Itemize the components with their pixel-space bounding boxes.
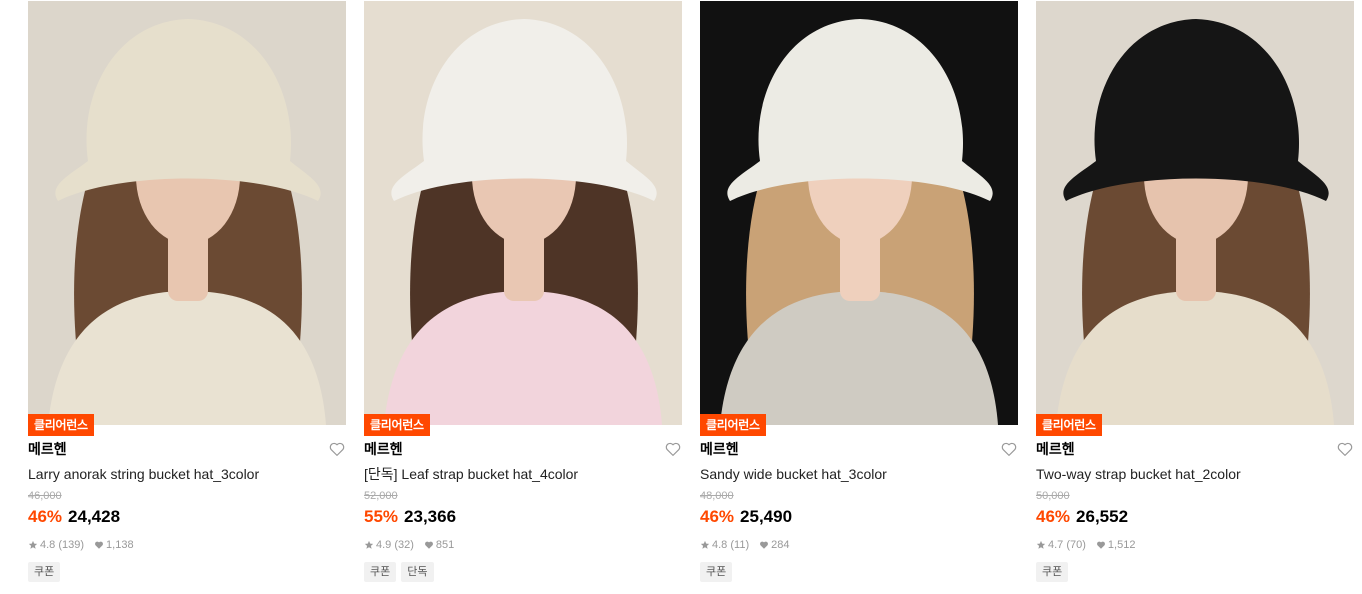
brand-name[interactable]: 메르헨	[364, 440, 403, 458]
brand-name[interactable]: 메르헨	[28, 440, 67, 458]
discount-rate: 46%	[700, 507, 735, 526]
review-count: (139)	[58, 539, 85, 551]
discount-rate: 46%	[1036, 507, 1071, 526]
review-count: (70)	[1066, 539, 1086, 551]
clearance-badge: 클리어런스	[700, 414, 766, 436]
rating-value: 4.8	[712, 539, 728, 551]
product-card[interactable]: 클리어런스 메르헨 Sandy wide bucket hat_3color 4…	[700, 0, 1018, 594]
tag-list: 쿠폰	[1036, 562, 1069, 582]
product-name[interactable]: Larry anorak string bucket hat_3color	[28, 465, 259, 483]
original-price: 48,000	[700, 490, 734, 502]
rating-value: 4.9	[376, 539, 392, 551]
product-name[interactable]: [단독] Leaf strap bucket hat_4color	[364, 465, 578, 483]
clearance-badge: 클리어런스	[1036, 414, 1102, 436]
discount-rate: 55%	[364, 507, 399, 526]
clearance-badge: 클리어런스	[28, 414, 94, 436]
original-price: 52,000	[364, 490, 398, 502]
wishlist-heart-icon[interactable]	[1336, 440, 1354, 458]
like-count: 1,138	[106, 539, 134, 551]
product-name[interactable]: Two-way strap bucket hat_2color	[1036, 465, 1241, 483]
tag-chip: 쿠폰	[700, 562, 733, 582]
like-count: 851	[435, 539, 455, 551]
product-stats: 4.8 (11) 284	[700, 538, 789, 552]
product-stats: 4.8 (139) 1,138	[28, 538, 134, 552]
star-icon	[700, 540, 710, 550]
wishlist-heart-icon[interactable]	[664, 440, 682, 458]
product-stats: 4.9 (32) 851	[364, 538, 454, 552]
price-row: 46% 26,552	[1036, 506, 1128, 528]
brand-name[interactable]: 메르헨	[1036, 440, 1075, 458]
clearance-badge: 클리어런스	[364, 414, 430, 436]
price-row: 46% 25,490	[700, 506, 792, 528]
product-image[interactable]	[364, 1, 682, 425]
star-icon	[364, 540, 374, 550]
heart-filled-icon	[759, 540, 769, 550]
discount-rate: 46%	[28, 507, 63, 526]
product-card[interactable]: 클리어런스 메르헨 [단독] Leaf strap bucket hat_4co…	[364, 0, 682, 594]
sale-price: 26,552	[1076, 507, 1129, 526]
product-card[interactable]: 클리어런스 메르헨 Larry anorak string bucket hat…	[28, 0, 346, 594]
original-price: 50,000	[1036, 490, 1070, 502]
product-stats: 4.7 (70) 1,512	[1036, 538, 1135, 552]
sale-price: 23,366	[404, 507, 457, 526]
star-icon	[1036, 540, 1046, 550]
review-count: (11)	[730, 539, 750, 551]
wishlist-heart-icon[interactable]	[1000, 440, 1018, 458]
rating-value: 4.8	[40, 539, 56, 551]
product-name[interactable]: Sandy wide bucket hat_3color	[700, 465, 887, 483]
tag-chip: 쿠폰	[1036, 562, 1069, 582]
sale-price: 25,490	[740, 507, 793, 526]
heart-filled-icon	[424, 540, 434, 550]
brand-name[interactable]: 메르헨	[700, 440, 739, 458]
rating-value: 4.7	[1048, 539, 1064, 551]
wishlist-heart-icon[interactable]	[328, 440, 346, 458]
tag-chip: 단독	[401, 562, 434, 582]
price-row: 46% 24,428	[28, 506, 120, 528]
product-image[interactable]	[28, 1, 346, 425]
like-count: 284	[771, 539, 790, 551]
product-image[interactable]	[700, 1, 1018, 425]
price-row: 55% 23,366	[364, 506, 456, 528]
product-card[interactable]: 클리어런스 메르헨 Two-way strap bucket hat_2colo…	[1036, 0, 1354, 594]
like-count: 1,512	[1107, 539, 1136, 551]
sale-price: 24,428	[68, 507, 121, 526]
review-count: (32)	[394, 539, 414, 551]
product-image[interactable]	[1036, 1, 1354, 425]
heart-filled-icon	[94, 540, 104, 550]
tag-chip: 쿠폰	[364, 562, 397, 582]
star-icon	[28, 540, 38, 550]
product-grid: 클리어런스 메르헨 Larry anorak string bucket hat…	[0, 0, 1362, 594]
tag-list: 쿠폰	[28, 562, 61, 582]
original-price: 46,000	[28, 490, 62, 502]
tag-list: 쿠폰	[700, 562, 733, 582]
tag-chip: 쿠폰	[28, 562, 61, 582]
heart-filled-icon	[1096, 540, 1106, 550]
tag-list: 쿠폰 단독	[364, 562, 434, 582]
